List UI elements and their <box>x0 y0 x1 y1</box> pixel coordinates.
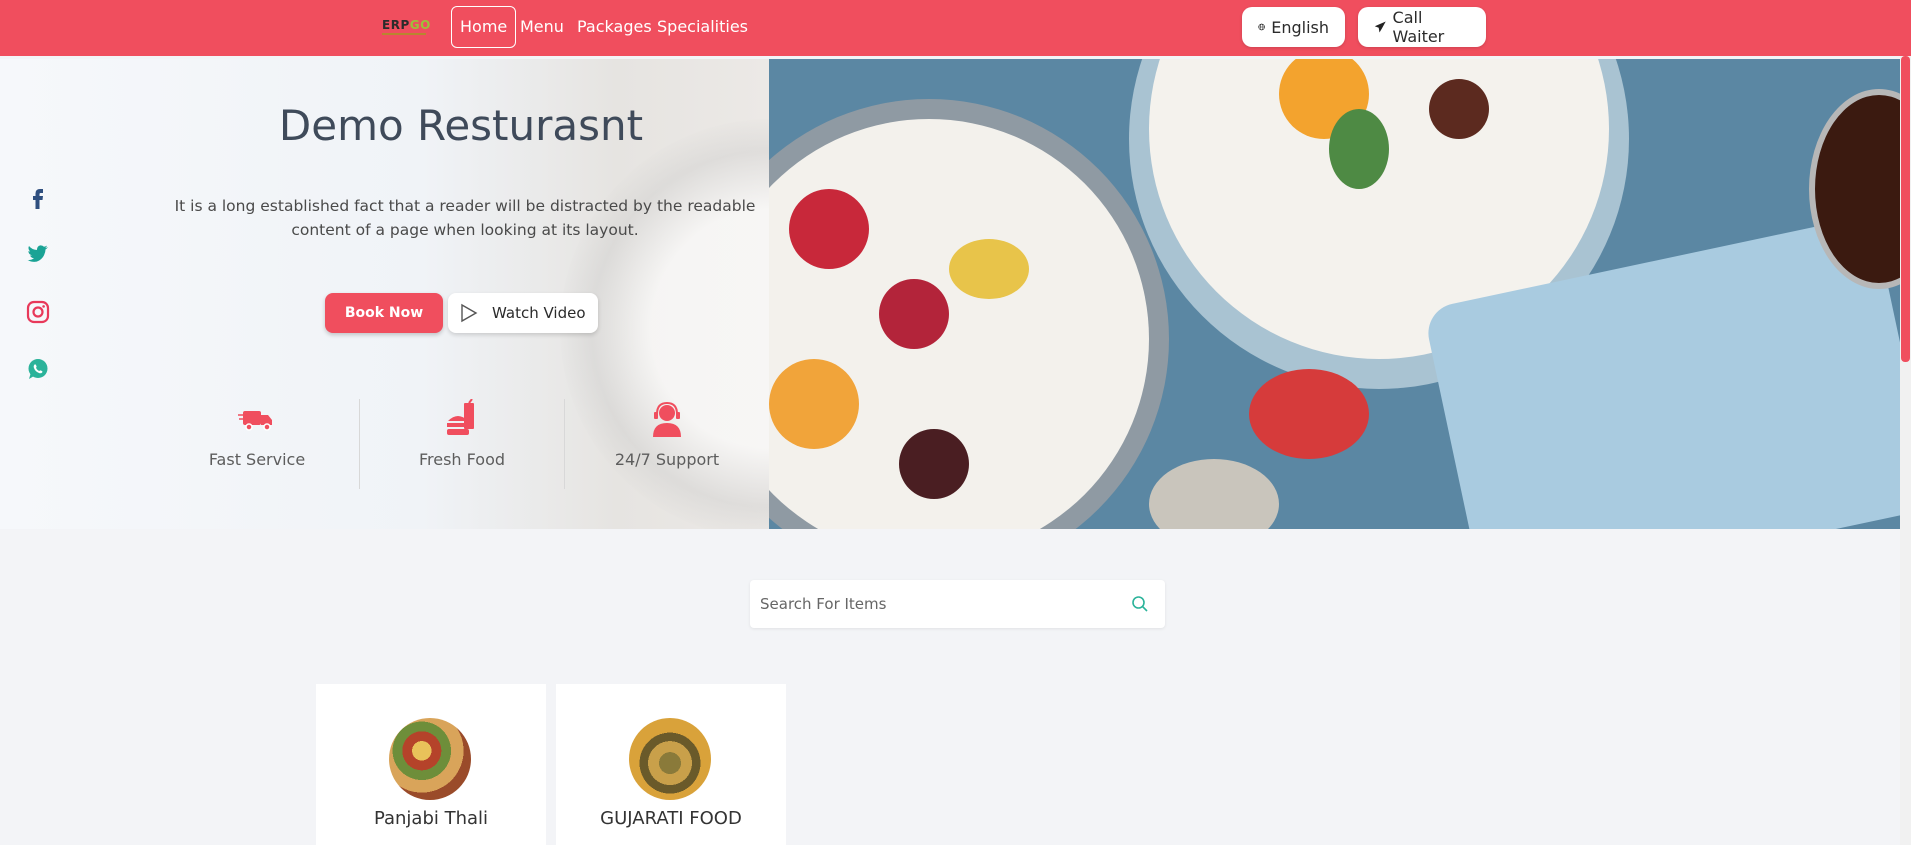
whatsapp-icon[interactable] <box>26 357 50 381</box>
nav-home[interactable]: Home <box>451 6 517 48</box>
headset-icon <box>653 401 681 437</box>
burger-icon <box>447 398 474 435</box>
hero-title: Demo Resturasnt <box>278 101 644 150</box>
paper-plane-icon <box>1374 21 1386 33</box>
gujarati-food-image <box>629 718 711 800</box>
logo-main-text: ERP <box>382 18 410 32</box>
nav-specialities[interactable]: Specialities <box>657 14 748 44</box>
play-icon <box>461 303 478 323</box>
feature-fast-service: Fast Service <box>154 399 360 487</box>
search-icon[interactable] <box>1131 595 1149 613</box>
category-name: Panjabi Thali <box>373 808 489 829</box>
twitter-icon[interactable] <box>26 242 50 266</box>
brand-logo[interactable]: ERPGO <box>382 18 431 35</box>
watch-video-label: Watch Video <box>492 304 586 322</box>
category-card[interactable]: Panjabi Thali <box>316 684 546 845</box>
nav-packages[interactable]: Packages <box>577 14 652 44</box>
watch-video-button[interactable]: Watch Video <box>448 293 598 333</box>
category-card[interactable]: GUJARATI FOOD <box>556 684 786 845</box>
language-button[interactable]: English <box>1242 7 1345 47</box>
scrollbar-thumb[interactable] <box>1901 56 1910 362</box>
search-input[interactable] <box>750 580 1100 628</box>
instagram-icon[interactable] <box>26 300 50 324</box>
hero-description: It is a long established fact that a rea… <box>174 197 756 239</box>
truck-icon <box>238 411 272 431</box>
category-name: GUJARATI FOOD <box>600 808 742 829</box>
book-now-button[interactable]: Book Now <box>325 293 443 333</box>
feature-label: Fresh Food <box>418 450 506 469</box>
panjabi-thali-image <box>389 718 471 800</box>
facebook-icon[interactable] <box>26 185 50 209</box>
feature-label: Fast Service <box>208 450 306 469</box>
call-waiter-label: Call Waiter <box>1392 8 1445 46</box>
logo-accent-text: GO <box>409 18 431 32</box>
search-box <box>750 580 1165 628</box>
language-label: English <box>1271 17 1329 37</box>
hero-section: Demo Resturasnt It is a long established… <box>0 59 1900 529</box>
feature-label: 24/7 Support <box>614 450 720 469</box>
hero-food-image <box>769 59 1900 529</box>
top-navbar: ERPGO Home Menu Packages Specialities En… <box>0 0 1911 56</box>
feature-support: 24/7 Support <box>564 399 770 487</box>
globe-icon <box>1258 23 1265 31</box>
call-waiter-button[interactable]: Call Waiter <box>1358 7 1486 47</box>
feature-fresh-food: Fresh Food <box>359 398 565 487</box>
nav-menu[interactable]: Menu <box>520 14 564 44</box>
